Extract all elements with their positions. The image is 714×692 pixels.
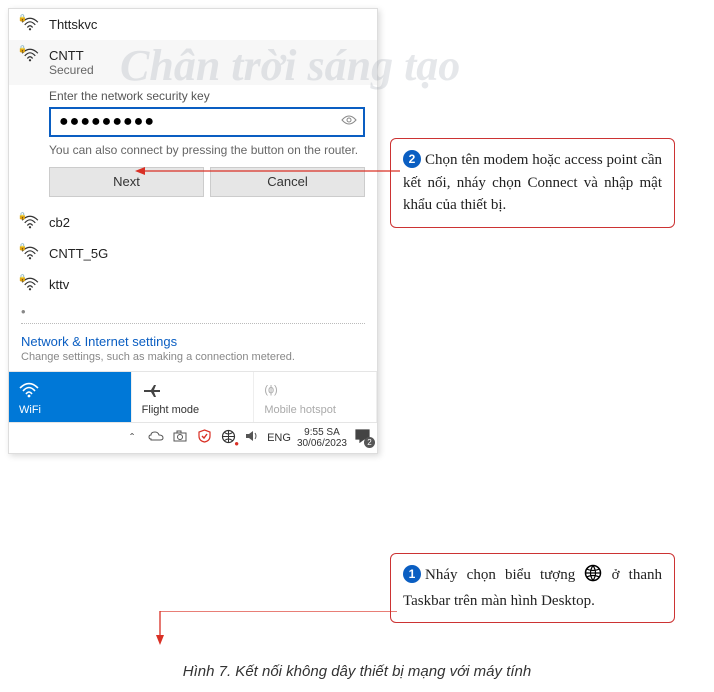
network-item[interactable]: 🔒 Thttskvc (9, 9, 377, 40)
figure-caption: Hình 7. Kết nối không dây thiết bị mạng … (0, 663, 714, 680)
tray-chevron-icon[interactable]: ˆ (123, 431, 141, 445)
wifi-secured-icon: 🔒 (21, 48, 39, 62)
password-prompt: Enter the network security key (49, 89, 365, 103)
network-settings-link[interactable]: Network & Internet settings Change setti… (9, 324, 377, 371)
connect-block: Enter the network security key You can a… (9, 85, 377, 207)
wifi-flyout-panel: 🔒 Thttskvc 🔒 CNTT Secured Enter the netw… (8, 8, 378, 454)
onedrive-icon[interactable] (147, 431, 165, 445)
network-name: kttv (49, 277, 365, 292)
callout-text-a: Nháy chọn biểu tượng (425, 567, 584, 583)
volume-icon[interactable] (243, 430, 261, 445)
callout-step-2: 2Chọn tên modem hoặc access point cần kế… (390, 138, 675, 228)
cancel-button[interactable]: Cancel (210, 167, 365, 197)
hotspot-tile[interactable]: (ɸ) Mobile hotspot (254, 372, 377, 422)
network-name: cb2 (49, 215, 365, 230)
callout-step-1: 1Nháy chọn biểu tượng ở thanh Taskbar tr… (390, 553, 675, 623)
router-hint: You can also connect by pressing the but… (49, 143, 365, 159)
globe-icon (584, 564, 602, 590)
taskbar: ˆ ● ENG 9:55 SA 30/06/2023 (9, 422, 377, 453)
wifi-icon (19, 380, 121, 400)
clock[interactable]: 9:55 SA 30/06/2023 (297, 427, 347, 449)
network-item[interactable]: 🔒 CNTT_5G (9, 238, 377, 269)
network-globe-icon[interactable]: ● (219, 429, 237, 447)
next-button[interactable]: Next (49, 167, 204, 197)
tile-label: Mobile hotspot (264, 404, 366, 416)
network-item-active[interactable]: 🔒 CNTT Secured (9, 40, 377, 85)
password-input[interactable] (49, 107, 365, 137)
reveal-password-icon[interactable] (341, 113, 357, 129)
settings-title: Network & Internet settings (21, 334, 365, 349)
step-number: 2 (403, 150, 421, 168)
camera-icon[interactable] (171, 430, 189, 445)
network-name: CNTT_5G (49, 246, 365, 261)
network-item[interactable]: 🔒 kttv (9, 269, 377, 300)
security-icon[interactable] (195, 429, 213, 446)
step-number: 1 (403, 565, 421, 583)
callout-text: Chọn tên modem hoặc access point cần kết… (403, 152, 662, 213)
arrow-to-taskbar (152, 611, 402, 651)
airplane-icon (142, 380, 244, 400)
flight-mode-tile[interactable]: Flight mode (132, 372, 255, 422)
wifi-secured-icon: 🔒 (21, 246, 39, 260)
network-status: Secured (49, 63, 365, 77)
network-name: Thttskvc (49, 17, 365, 32)
hotspot-icon: (ɸ) (264, 380, 366, 400)
action-tiles: WiFi Flight mode (ɸ) Mobile hotspot (9, 371, 377, 422)
wifi-secured-icon: 🔒 (21, 215, 39, 229)
callouts-column: 2Chọn tên modem hoặc access point cần kế… (390, 8, 706, 454)
tile-label: Flight mode (142, 404, 244, 416)
tile-label: WiFi (19, 404, 121, 416)
network-name: CNTT (49, 48, 365, 63)
notification-badge: 2 (364, 437, 375, 448)
wifi-secured-icon: 🔒 (21, 277, 39, 291)
network-item[interactable]: 🔒 cb2 (9, 207, 377, 238)
more-indicator: • (9, 300, 377, 323)
wifi-secured-icon: 🔒 (21, 17, 39, 31)
notification-icon[interactable]: 2 (353, 429, 371, 446)
language-indicator[interactable]: ENG (267, 432, 291, 444)
main-container: 🔒 Thttskvc 🔒 CNTT Secured Enter the netw… (0, 0, 714, 462)
wifi-tile[interactable]: WiFi (9, 372, 132, 422)
settings-subtitle: Change settings, such as making a connec… (21, 351, 365, 363)
